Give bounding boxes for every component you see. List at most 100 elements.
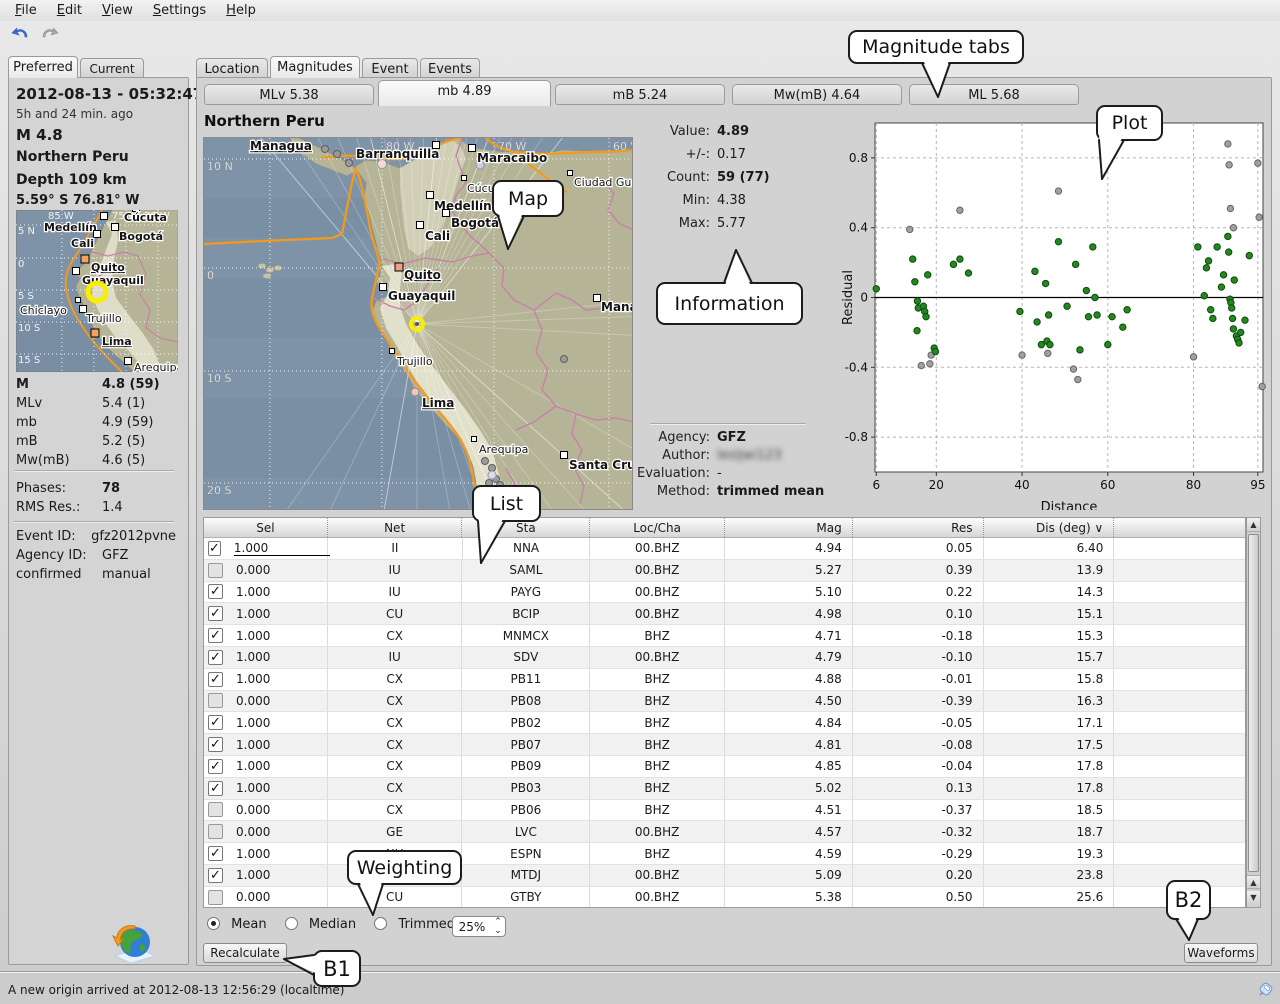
table-scrollbar[interactable]: ▲ ▲ ▼ (1246, 517, 1261, 908)
data-point-used[interactable] (873, 286, 879, 292)
data-point-unused[interactable] (907, 226, 913, 232)
data-point-used[interactable] (932, 348, 938, 354)
station-row-mnmcx[interactable]: ✓1.000CXMNMCXBHZ4.71-0.1815.3 (204, 625, 1245, 647)
data-point-used[interactable] (1226, 249, 1232, 255)
data-point-used[interactable] (1083, 287, 1089, 293)
station-checkbox[interactable]: ✓ (208, 890, 223, 905)
menu-file[interactable]: File (6, 2, 46, 19)
globe-icon[interactable] (105, 918, 161, 964)
data-point-unused[interactable] (1019, 352, 1025, 358)
data-point-used[interactable] (1229, 315, 1235, 321)
radio-trimmed-mean[interactable] (374, 917, 387, 930)
data-point-used[interactable] (1072, 261, 1078, 267)
menu-view[interactable]: View (93, 2, 142, 19)
data-point-used[interactable] (1064, 303, 1070, 309)
recalculate-button[interactable]: Recalculate (203, 943, 287, 963)
station-row-gtby[interactable]: ✓0.000CUGTBY00.BHZ5.380.5025.6 (204, 887, 1245, 908)
data-point-unused[interactable] (927, 361, 933, 367)
data-point-used[interactable] (1203, 265, 1209, 271)
magnitude-summary-row[interactable]: Mw(mB)4.6 (5) (16, 453, 176, 468)
data-point-used[interactable] (1218, 284, 1224, 290)
spinner-arrows-icon[interactable]: ⌃⌄ (491, 918, 505, 936)
column-header-net[interactable]: Net (328, 518, 463, 537)
data-point-used[interactable] (1231, 277, 1237, 283)
data-point-unused[interactable] (1225, 141, 1231, 147)
station-checkbox[interactable]: ✓ (208, 824, 223, 839)
station-row-bcip[interactable]: ✓1.000CUBCIP00.BHZ4.980.1015.1 (204, 603, 1245, 625)
data-point-used[interactable] (1120, 324, 1126, 330)
data-point-used[interactable] (1047, 341, 1053, 347)
data-point-used[interactable] (1094, 312, 1100, 318)
station-checkbox[interactable]: ✓ (208, 737, 223, 752)
radio-mean[interactable] (207, 917, 220, 930)
sidebar-tab-current[interactable]: Current (80, 58, 144, 78)
data-point-used[interactable] (1045, 312, 1051, 318)
data-point-unused[interactable] (1255, 160, 1261, 166)
data-point-unused[interactable] (918, 362, 924, 368)
station-checkbox[interactable]: ✓ (208, 606, 223, 621)
data-point-used[interactable] (1109, 313, 1115, 319)
data-point-used[interactable] (1055, 238, 1061, 244)
data-point-used[interactable] (1077, 347, 1083, 353)
undo-arrow-icon[interactable] (10, 25, 30, 43)
data-point-used[interactable] (1210, 315, 1216, 321)
data-point-used[interactable] (923, 313, 929, 319)
radio-mean-label[interactable]: Mean (231, 917, 266, 932)
trim-percent-spinner[interactable]: 25% ⌃⌄ (452, 916, 506, 937)
column-header-mag[interactable]: Mag (725, 518, 853, 537)
data-point-unused[interactable] (1256, 214, 1262, 220)
station-row-pb09[interactable]: ✓1.000CXPB09BHZ4.85-0.0417.8 (204, 756, 1245, 778)
magnitude-summary-row[interactable]: mB5.2 (5) (16, 434, 176, 449)
data-point-used[interactable] (910, 256, 916, 262)
data-point-used[interactable] (1034, 319, 1040, 325)
waveforms-button[interactable]: Waveforms (1184, 943, 1258, 963)
magnitude-subtab-mb[interactable]: mb 4.89 (378, 80, 551, 106)
tab-events[interactable]: Events (420, 58, 480, 78)
data-point-used[interactable] (1090, 244, 1096, 250)
data-point-used[interactable] (912, 279, 918, 285)
column-header-loc-cha[interactable]: Loc/Cha (590, 518, 725, 537)
radio-median-label[interactable]: Median (309, 917, 356, 932)
station-row-payg[interactable]: ✓1.000IUPAYG00.BHZ5.100.2214.3 (204, 582, 1245, 604)
column-header-sel[interactable]: Sel (204, 518, 328, 537)
data-point-used[interactable] (1195, 244, 1201, 250)
menu-edit[interactable]: Edit (48, 2, 91, 19)
menu-help[interactable]: Help (217, 2, 265, 19)
data-point-used[interactable] (965, 270, 971, 276)
magnitude-subtab-mb[interactable]: mB 5.24 (555, 84, 725, 105)
station-row-lvc[interactable]: ✓0.000GELVC00.BHZ4.57-0.3218.7 (204, 821, 1245, 843)
data-point-unused[interactable] (1230, 225, 1236, 231)
data-point-used[interactable] (1236, 340, 1242, 346)
station-row-pb03[interactable]: ✓1.000CXPB03BHZ5.020.1317.8 (204, 778, 1245, 800)
tab-event[interactable]: Event (362, 58, 418, 78)
magnitude-summary-row[interactable]: MLv5.4 (1) (16, 396, 176, 411)
data-point-used[interactable] (1230, 326, 1236, 332)
magnitude-map[interactable]: 90 W80 W70 W60 W10 N010 S20 SManaguaBarr… (203, 137, 633, 510)
data-point-used[interactable] (914, 298, 920, 304)
scroll-up-icon[interactable]: ▲ (1247, 518, 1260, 532)
data-point-unused[interactable] (1075, 376, 1081, 382)
data-point-used[interactable] (1042, 280, 1048, 286)
data-point-unused[interactable] (957, 207, 963, 213)
data-point-used[interactable] (1092, 294, 1098, 300)
station-checkbox[interactable]: ✓ (208, 672, 223, 687)
data-point-used[interactable] (1238, 329, 1244, 335)
data-point-unused[interactable] (1259, 383, 1265, 389)
data-point-unused[interactable] (1070, 366, 1076, 372)
column-header-dis-deg-[interactable]: Dis (deg) ∨ (984, 518, 1115, 537)
station-row-pb07[interactable]: ✓1.000CXPB07BHZ4.81-0.0817.5 (204, 734, 1245, 756)
station-checkbox[interactable]: ✓ (208, 715, 223, 730)
station-row-saml[interactable]: ✓0.000IUSAML00.BHZ5.270.3913.9 (204, 560, 1245, 582)
sidebar-tab-preferred[interactable]: Preferred (8, 56, 78, 78)
data-point-used[interactable] (1105, 341, 1111, 347)
station-checkbox[interactable]: ✓ (208, 759, 223, 774)
station-row-pb08[interactable]: ✓0.000CXPB08BHZ4.50-0.3916.3 (204, 691, 1245, 713)
data-point-used[interactable] (1246, 252, 1252, 258)
station-row-pb06[interactable]: ✓0.000CXPB06BHZ4.51-0.3718.5 (204, 800, 1245, 822)
station-checkbox[interactable]: ✓ (208, 802, 223, 817)
data-point-used[interactable] (957, 256, 963, 262)
column-header-res[interactable]: Res (853, 518, 984, 537)
station-checkbox[interactable]: ✓ (208, 628, 223, 643)
data-point-unused[interactable] (1045, 350, 1051, 356)
magnitude-subtab-mw(mb)[interactable]: Mw(mB) 4.64 (732, 84, 902, 105)
